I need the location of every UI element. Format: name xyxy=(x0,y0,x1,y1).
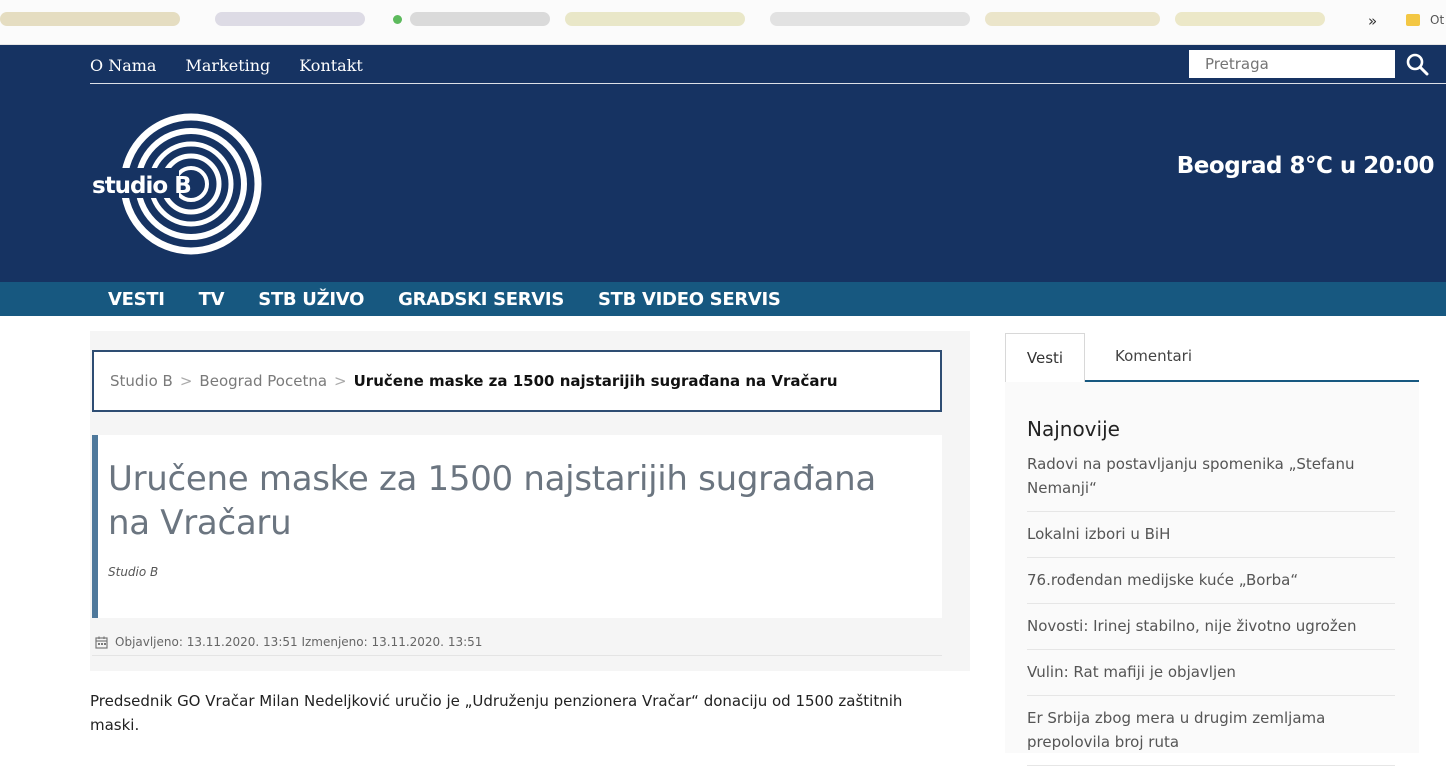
list-item[interactable]: Novosti: Irinej stabilno, nije životno u… xyxy=(1027,604,1395,650)
search-icon xyxy=(1406,53,1429,75)
latest-heading: Najnovije xyxy=(1027,417,1120,441)
bookmark-folder-label[interactable]: Ot xyxy=(1430,13,1444,27)
nav-item-tv[interactable]: TV xyxy=(199,289,225,310)
breadcrumb-link-beograd[interactable]: Beograd Pocetna xyxy=(199,372,327,390)
article-header: Uručene maske za 1500 najstarijih sugrađ… xyxy=(92,435,942,618)
list-item[interactable]: Lokalni izbori u BiH xyxy=(1027,512,1395,558)
bookmarks-more-icon[interactable]: » xyxy=(1368,12,1377,30)
breadcrumb-separator: > xyxy=(179,372,193,390)
top-link-o-nama[interactable]: O Nama xyxy=(90,56,156,75)
nav-item-gradski-servis[interactable]: GRADSKI SERVIS xyxy=(398,289,564,310)
nav-item-stb-video-servis[interactable]: STB VIDEO SERVIS xyxy=(598,289,781,310)
blurred-bookmark[interactable] xyxy=(1175,12,1325,26)
search-input[interactable] xyxy=(1189,50,1395,78)
article-author: Studio B xyxy=(108,565,159,579)
breadcrumb-current: Uručene maske za 1500 najstarijih sugrađ… xyxy=(353,372,838,390)
favicon-icon xyxy=(393,15,402,24)
logo-text: studio B xyxy=(92,173,191,199)
nav-item-vesti[interactable]: VESTI xyxy=(108,289,165,310)
blurred-bookmark[interactable] xyxy=(985,12,1160,26)
latest-news-list: Radovi na postavljanju spomenika „Stefan… xyxy=(1027,452,1395,766)
studio-b-logo[interactable]: studio B xyxy=(89,113,265,255)
blurred-bookmark[interactable] xyxy=(565,12,745,26)
tab-komentari[interactable]: Komentari xyxy=(1115,347,1192,365)
latest-news-panel: Najnovije Radovi na postavljanju spomeni… xyxy=(1005,382,1419,766)
tab-vesti[interactable]: Vesti xyxy=(1005,333,1085,382)
article-dates: Objavljeno: 13.11.2020. 13:51 Izmenjeno:… xyxy=(115,635,483,649)
nav-item-stb-uzivo[interactable]: STB UŽIVO xyxy=(258,289,364,310)
folder-icon xyxy=(1406,14,1420,26)
bookmarks-bar: » Ot xyxy=(0,0,1446,45)
weather-widget: Beograd 8°C u 20:00 xyxy=(1176,153,1435,179)
list-item[interactable]: Radovi na postavljanju spomenika „Stefan… xyxy=(1027,452,1395,512)
search-button[interactable] xyxy=(1400,51,1434,79)
main-nav: VESTI TV STB UŽIVO GRADSKI SERVIS STB VI… xyxy=(0,282,1446,316)
header-divider xyxy=(90,83,1446,84)
sidebar: Vesti Komentari Najnovije Radovi na post… xyxy=(1005,331,1419,766)
article-accent-bar xyxy=(92,435,98,618)
blurred-bookmark[interactable] xyxy=(0,12,180,26)
list-item[interactable]: Vulin: Rat mafiji je objavljen xyxy=(1027,650,1395,696)
article-meta: Objavljeno: 13.11.2020. 13:51 Izmenjeno:… xyxy=(95,635,482,649)
calendar-icon xyxy=(95,636,108,649)
top-nav: O Nama Marketing Kontakt xyxy=(90,56,363,75)
breadcrumb-link-studio-b[interactable]: Studio B xyxy=(110,372,173,390)
site-header: O Nama Marketing Kontakt studio B Beogra… xyxy=(0,45,1446,282)
article-title: Uručene maske za 1500 najstarijih sugrađ… xyxy=(108,459,876,543)
article-body: Predsednik GO Vračar Milan Nedeljković u… xyxy=(90,692,903,734)
list-item[interactable]: Er Srbija zbog mera u drugim zemljama pr… xyxy=(1027,696,1395,766)
blurred-bookmark[interactable] xyxy=(410,12,550,26)
blurred-bookmark[interactable] xyxy=(770,12,970,26)
top-link-marketing[interactable]: Marketing xyxy=(185,56,270,75)
breadcrumb: Studio B > Beograd Pocetna > Uručene mas… xyxy=(92,350,942,412)
blurred-bookmark[interactable] xyxy=(215,12,365,26)
list-item[interactable]: 76.rođendan medijske kuće „Borba“ xyxy=(1027,558,1395,604)
top-link-kontakt[interactable]: Kontakt xyxy=(299,56,363,75)
meta-divider xyxy=(92,655,942,656)
breadcrumb-separator: > xyxy=(334,372,347,390)
